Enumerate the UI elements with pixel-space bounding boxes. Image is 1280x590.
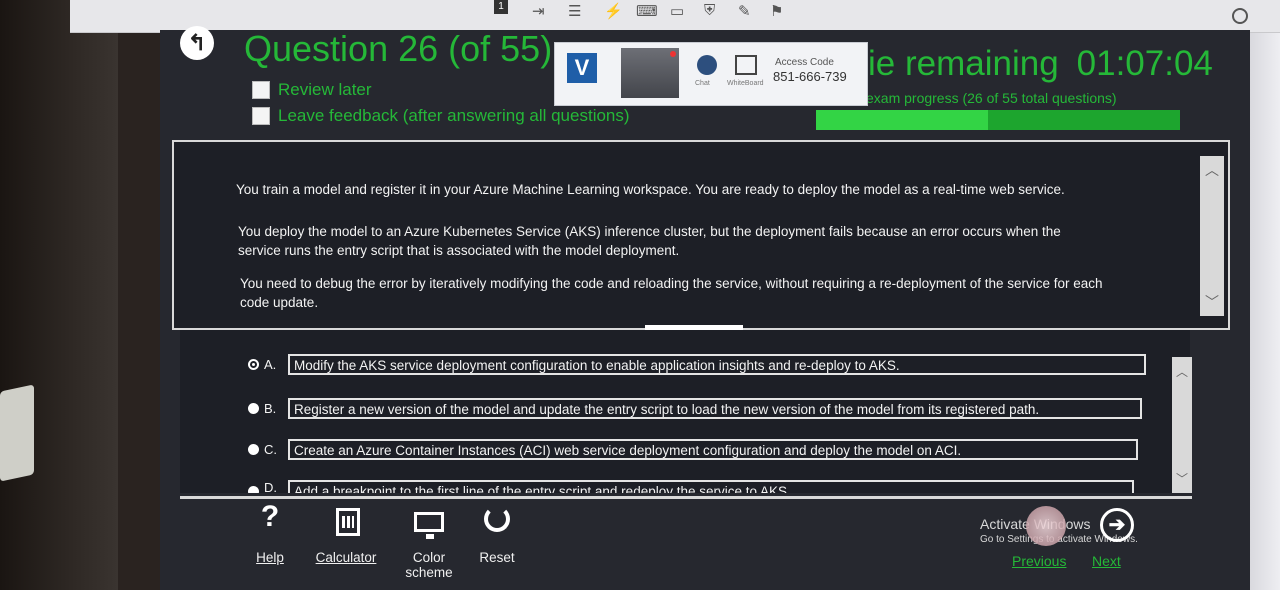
option-text[interactable]: Create an Azure Container Instances (ACI…	[288, 439, 1138, 460]
color-scheme-icon[interactable]	[414, 512, 444, 539]
calculator-button[interactable]: Calculator	[306, 550, 386, 565]
question-title: Question 26 (of 55)	[244, 28, 553, 69]
access-code-value: 851-666-739	[773, 69, 847, 84]
notes-icon[interactable]: ☰	[568, 2, 581, 20]
flag-icon[interactable]: ⚑	[770, 2, 783, 20]
leave-feedback-checkbox[interactable]: Leave feedback (after answering all ques…	[252, 106, 630, 126]
pen-icon[interactable]: ✎	[738, 2, 751, 20]
radio-button[interactable]	[248, 403, 259, 414]
chat-icon[interactable]	[697, 55, 717, 75]
question-paragraph-2: You deploy the model to an Azure Kuberne…	[238, 224, 1061, 258]
back-arrow-icon[interactable]: ↰	[180, 26, 214, 60]
option-text[interactable]: Add a breakpoint to the first line of th…	[288, 480, 1134, 493]
leave-feedback-label: Leave feedback (after answering all ques…	[278, 106, 630, 125]
option-text[interactable]: Register a new version of the model and …	[288, 398, 1142, 419]
exam-progress-text: exam progress (26 of 55 total questions)	[866, 90, 1117, 106]
exam-progress-bar	[816, 110, 1180, 130]
option-letter: C.	[264, 442, 277, 457]
radio-selected[interactable]	[248, 359, 259, 370]
previous-button[interactable]: Previous	[1012, 553, 1066, 569]
help-button[interactable]: Help	[240, 550, 300, 565]
exam-progress-fill	[816, 110, 989, 130]
shield-icon[interactable]: ⛨	[704, 2, 715, 19]
question-scrollbar[interactable]: ︿ ﹀	[1200, 156, 1224, 316]
review-later-label: Review later	[278, 80, 372, 99]
time-remaining: ie remaining 01:07:04	[868, 44, 1213, 84]
next-button[interactable]: Next	[1092, 553, 1121, 569]
proctor-overlay: V Chat WhiteBoard Access Code 851-666-73…	[554, 42, 868, 106]
chat-label: Chat	[695, 80, 710, 87]
clock-icon[interactable]	[1232, 8, 1248, 24]
divider	[180, 496, 1192, 499]
option-letter: B.	[264, 401, 277, 416]
scroll-down-icon[interactable]: ﹀	[1200, 292, 1224, 312]
option-c[interactable]: C. Create an Azure Container Instances (…	[248, 439, 1138, 460]
radio-button[interactable]	[248, 444, 259, 455]
proctor-logo: V	[567, 53, 597, 83]
scroll-up-icon[interactable]: ︿	[1172, 363, 1192, 380]
recording-icon	[670, 51, 676, 57]
desk-object	[0, 384, 34, 482]
whiteboard-label: WhiteBoard	[727, 80, 764, 87]
checkbox-box[interactable]	[252, 81, 270, 99]
question-paragraph-1: You train a model and register it in you…	[236, 182, 1065, 197]
webcam-preview	[621, 48, 679, 98]
question-paragraph-3: You need to debug the error by iterative…	[240, 276, 1103, 310]
badge-icon: 1	[494, 0, 508, 14]
option-a[interactable]: A. Modify the AKS service deployment con…	[248, 354, 1146, 375]
monitor-bezel-right	[1250, 0, 1280, 590]
window-icon[interactable]: ▭	[670, 2, 684, 20]
whiteboard-icon[interactable]	[735, 55, 757, 75]
option-letter: D.	[264, 480, 277, 493]
reset-button[interactable]: Reset	[470, 550, 524, 565]
scroll-down-icon[interactable]: ﹀	[1172, 470, 1192, 487]
access-code-label: Access Code	[775, 57, 834, 68]
export-icon[interactable]: ⇥	[532, 2, 545, 20]
reset-icon[interactable]	[484, 506, 510, 532]
scroll-up-icon[interactable]: ︿	[1200, 160, 1224, 180]
answers-scrollbar[interactable]: ︿ ﹀	[1172, 357, 1192, 493]
calculator-icon[interactable]	[336, 508, 360, 536]
time-remaining-value: 01:07:04	[1076, 44, 1213, 83]
flash-icon[interactable]: ⚡	[604, 2, 623, 20]
keyboard-icon[interactable]: ⌨	[636, 2, 658, 20]
option-d[interactable]: D. Add a breakpoint to the first line of…	[248, 480, 1134, 493]
monitor-bezel-left	[0, 0, 118, 590]
next-arrow-icon[interactable]: ➔	[1100, 508, 1134, 542]
option-letter: A.	[264, 357, 277, 372]
color-scheme-button[interactable]: Color scheme	[396, 550, 462, 580]
option-text[interactable]: Modify the AKS service deployment config…	[288, 354, 1146, 375]
cursor-icon	[1026, 506, 1066, 546]
checkbox-box[interactable]	[252, 107, 270, 125]
question-panel: You train a model and register it in you…	[172, 140, 1230, 330]
help-icon[interactable]: ?	[256, 500, 284, 534]
review-later-checkbox[interactable]: Review later	[252, 80, 372, 100]
time-remaining-label: ie remaining	[868, 44, 1059, 83]
option-b[interactable]: B. Register a new version of the model a…	[248, 398, 1142, 419]
radio-button[interactable]	[248, 486, 259, 493]
